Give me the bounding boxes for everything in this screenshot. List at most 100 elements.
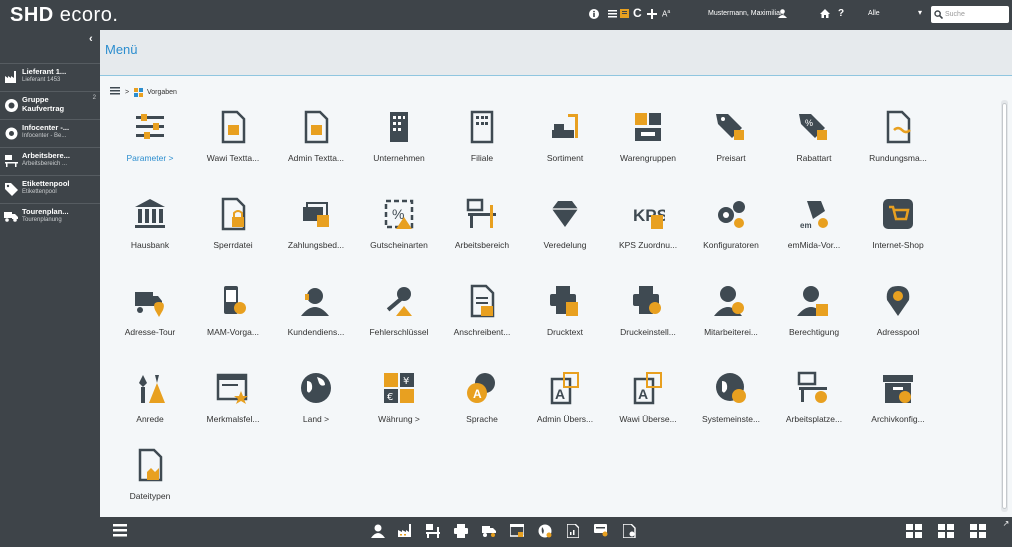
search-input[interactable]: Suche — [931, 6, 1009, 23]
printer-icon[interactable] — [453, 524, 469, 540]
sidebar-item-title-line2: Kaufvertrag — [22, 104, 65, 113]
tile-unternehmen[interactable]: Unternehmen — [358, 110, 440, 176]
tile-währung[interactable]: ¥ € Währung > — [358, 371, 440, 437]
tile-systemeinste[interactable]: Systemeinste... — [690, 371, 772, 437]
tile-adresse-tour[interactable]: Adresse-Tour — [109, 284, 191, 350]
tile-adresspool[interactable]: Adresspool — [857, 284, 939, 350]
tile-warengruppen[interactable]: Warengruppen — [607, 110, 689, 176]
tile-archivkonfig-icon — [881, 371, 915, 405]
tile-druckeinstell[interactable]: Druckeinstell... — [607, 284, 689, 350]
person-icon[interactable] — [370, 524, 386, 540]
info-icon[interactable] — [589, 9, 599, 22]
network-icon[interactable] — [647, 9, 657, 22]
menu-list-icon[interactable] — [110, 87, 120, 97]
globe-settings-icon[interactable] — [537, 524, 553, 540]
tile-archivkonfig[interactable]: Archivkonfig... — [857, 371, 939, 437]
list-view-icon[interactable] — [112, 524, 128, 540]
sidebar-item-etikettenpool[interactable]: Etikettenpool Etikettenpool — [0, 175, 100, 203]
sidebar-item-infocenter[interactable]: Infocenter -... Infocenter - Be... — [0, 119, 100, 147]
chevron-down-icon[interactable]: ▾ — [918, 8, 922, 17]
workplace-icon[interactable] — [425, 524, 441, 540]
tile-veredelung[interactable]: Veredelung — [524, 197, 606, 263]
tile-zahlungsbed[interactable]: Zahlungsbed... — [275, 197, 357, 263]
tile-emmida-vor[interactable]: em emMida-Vor... — [773, 197, 855, 263]
tile-sperrdatei[interactable]: Sperrdatei — [192, 197, 274, 263]
tile-land[interactable]: Land > — [275, 371, 357, 437]
breadcrumb-current[interactable]: Vorgaben — [147, 89, 177, 96]
user-icon[interactable] — [778, 9, 787, 21]
sidebar-item-lieferant[interactable]: Lieferant 1... Lieferant 1453 — [0, 63, 100, 91]
tile-filiale[interactable]: Filiale — [441, 110, 523, 176]
window-icon[interactable] — [509, 523, 525, 540]
sidebar-item-arbeitsbereich[interactable]: Arbeitsbere... Arbeitsbereich ... — [0, 147, 100, 175]
document-chart-icon[interactable] — [565, 523, 581, 540]
truck-settings-icon[interactable] — [481, 524, 497, 540]
tile-anrede-icon — [133, 371, 167, 405]
expand-icon[interactable]: ↗ — [998, 519, 1012, 535]
tile-internet-shop[interactable]: Internet-Shop — [857, 197, 939, 263]
search-placeholder: Suche — [945, 11, 965, 18]
tile-parameter[interactable]: Parameter > — [109, 110, 191, 176]
tile-hausbank[interactable]: Hausbank — [109, 197, 191, 263]
tile-arbeitsbereich[interactable]: Arbeitsbereich — [441, 197, 523, 263]
tile-kundendiens[interactable]: Kundendiens... — [275, 284, 357, 350]
user-name[interactable]: Mustermann, Maximilian — [708, 10, 784, 17]
bill-settings-icon[interactable] — [593, 524, 609, 540]
tile-admin-übers[interactable]: A Admin Übers... — [524, 371, 606, 437]
font-size-icon[interactable]: Aa — [662, 9, 670, 19]
tile-label: Merkmalsfel... — [206, 414, 260, 424]
tile-dateitypen[interactable]: Dateitypen — [109, 448, 191, 514]
tile-sprache[interactable]: A Sprache — [441, 371, 523, 437]
tile-adresse-tour-icon — [133, 284, 167, 318]
tile-label: Gutscheinarten — [370, 240, 428, 250]
collapse-sidebar-icon[interactable]: ‹ — [89, 33, 93, 45]
tile-anschreibent[interactable]: Anschreibent... — [441, 284, 523, 350]
tile-filiale-icon — [465, 110, 499, 144]
tile-label: MAM-Vorga... — [207, 327, 259, 337]
tile-preisart[interactable]: Preisart — [690, 110, 772, 176]
grid-large-icon[interactable] — [906, 524, 922, 540]
tile-label: Unternehmen — [373, 153, 425, 163]
tile-gutscheinarten-icon: % — [382, 197, 416, 231]
note-icon[interactable] — [620, 9, 629, 21]
app-logo[interactable]: SHD ecoro. — [10, 4, 118, 27]
tile-rabattart[interactable]: % Rabattart — [773, 110, 855, 176]
tile-berechtigung[interactable]: Berechtigung — [773, 284, 855, 350]
sidebar-item-tourenplanung[interactable]: Tourenplan... Tourenplanung — [0, 203, 100, 231]
tile-label: Anschreibent... — [453, 327, 511, 337]
help-icon[interactable]: ? — [838, 8, 844, 19]
filter-select[interactable]: Alle — [868, 10, 880, 17]
tile-merkmalsfel[interactable]: Merkmalsfel... — [192, 371, 274, 437]
sidebar-item-gruppe[interactable]: Gruppe Kaufvertrag 2 — [0, 91, 100, 119]
document-settings-icon[interactable] — [621, 523, 637, 540]
tile-emmida-vor-icon: em — [797, 197, 831, 231]
tile-kps-zuordnu[interactable]: KPS KPS Zuordnu... — [607, 197, 689, 263]
breadcrumb: > Vorgaben — [110, 87, 177, 97]
home-icon[interactable] — [820, 9, 830, 21]
tile-wawi-textta[interactable]: Wawi Textta... — [192, 110, 274, 176]
tile-konfiguratoren[interactable]: Konfiguratoren — [690, 197, 772, 263]
grid-medium-icon[interactable] — [938, 524, 954, 540]
tile-rundungsma[interactable]: Rundungsma... — [857, 110, 939, 176]
sidebar-item-subtitle: Tourenplanung — [22, 217, 62, 223]
tile-wawi-überse[interactable]: A Wawi Überse... — [607, 371, 689, 437]
tile-anrede[interactable]: Anrede — [109, 371, 191, 437]
tile-admin-textta[interactable]: Admin Textta... — [275, 110, 357, 176]
tile-drucktext[interactable]: Drucktext — [524, 284, 606, 350]
scrollbar-thumb[interactable] — [1002, 103, 1007, 509]
factory-icon[interactable] — [397, 524, 413, 540]
tile-label: Internet-Shop — [872, 240, 924, 250]
grid-small-icon[interactable] — [970, 524, 986, 540]
refresh-icon[interactable]: C — [633, 6, 642, 20]
tile-mitarbeiterei[interactable]: Mitarbeiterei... — [690, 284, 772, 350]
tile-fehlerschlüssel[interactable]: Fehlerschlüssel — [358, 284, 440, 350]
tile-arbeitsplatze[interactable]: Arbeitsplatze... — [773, 371, 855, 437]
tile-mam-vorga[interactable]: MAM-Vorga... — [192, 284, 274, 350]
tile-label: Berechtigung — [788, 327, 840, 337]
tile-gutscheinarten[interactable]: % Gutscheinarten — [358, 197, 440, 263]
tile-sortiment[interactable]: Sortiment — [524, 110, 606, 176]
list-tool-icon[interactable] — [608, 9, 617, 21]
tile-berechtigung-icon — [797, 284, 831, 318]
tile-label: Mitarbeiterei... — [704, 327, 758, 337]
tile-kps-zuordnu-icon: KPS — [631, 197, 668, 231]
